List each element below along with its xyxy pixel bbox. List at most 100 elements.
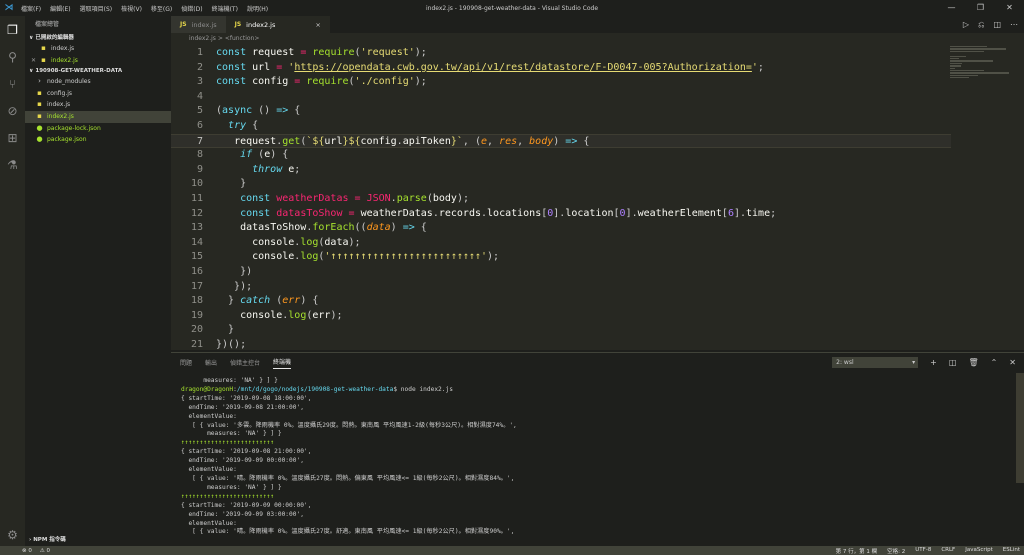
menu-item[interactable]: 檔案(F): [21, 4, 41, 13]
file-tree-item[interactable]: ▪ index.js: [25, 99, 171, 111]
tab-index2-js[interactable]: JS index2.js ×: [225, 16, 330, 33]
code-line[interactable]: 12 const datasToShow = weatherDatas.reco…: [171, 207, 951, 222]
breadcrumb-file[interactable]: index2.js: [189, 35, 216, 42]
minimize-icon[interactable]: —: [937, 0, 966, 16]
new-terminal-icon[interactable]: +: [930, 358, 937, 367]
terminal-path: /mnt/d/gogo/nodejs/190908-get-weather-da…: [236, 385, 394, 393]
restore-icon[interactable]: ❐: [966, 0, 995, 16]
code-line[interactable]: 20 }: [171, 323, 951, 338]
file-label: config.js: [47, 89, 73, 97]
code-line[interactable]: 7 request.get(`${url}${config.apiToken}`…: [171, 133, 951, 149]
code-line[interactable]: 2 const url = 'https://opendata.cwb.gov.t…: [171, 61, 951, 76]
file-tree-item[interactable]: ▪ config.js: [25, 88, 171, 100]
close-panel-icon[interactable]: ✕: [1009, 358, 1016, 367]
maximize-panel-icon[interactable]: ⌃: [991, 358, 998, 367]
code-line[interactable]: 17 });: [171, 280, 951, 295]
split-terminal-icon[interactable]: ◫: [949, 358, 957, 367]
panel-tab[interactable]: 問題: [180, 358, 192, 367]
menu-item[interactable]: 檢視(V): [121, 4, 142, 13]
code-line[interactable]: 4: [171, 90, 951, 105]
file-tree-item[interactable]: ● package.json: [25, 134, 171, 146]
status-right-item[interactable]: 空格: 2: [887, 547, 905, 555]
menu-item[interactable]: 說明(H): [247, 4, 268, 13]
panel-tab[interactable]: 輸出: [205, 358, 217, 367]
line-number: 13: [190, 222, 203, 234]
npm-scripts-section[interactable]: › NPM 指令碼: [25, 535, 171, 546]
code-line[interactable]: 14 console.log(data);: [171, 236, 951, 251]
terminal-output[interactable]: measures: 'NA' } ] } dragon@DragonH:/mnt/…: [181, 377, 517, 537]
code-line[interactable]: 16 }): [171, 265, 951, 280]
status-right-item[interactable]: JavaScript: [965, 547, 993, 555]
code-line[interactable]: 8 if (e) {: [171, 148, 951, 163]
minimap[interactable]: [950, 45, 1012, 85]
file-tree-item[interactable]: › node_modules: [25, 76, 171, 88]
terminal-scrollbar[interactable]: [1016, 373, 1024, 483]
settings-gear-icon[interactable]: ⚙: [0, 528, 25, 542]
debug-icon[interactable]: ⊘: [0, 97, 25, 124]
code-line[interactable]: 1 const request = require('request');: [171, 46, 951, 61]
search-icon[interactable]: ⚲: [0, 43, 25, 70]
extensions-icon[interactable]: ⊞: [0, 124, 25, 151]
menu-item[interactable]: 移至(G): [151, 4, 172, 13]
terminal-line: { startTime: '2019-09-09 00:00:00',: [181, 501, 312, 509]
code-line[interactable]: 11 const weatherDatas = JSON.parse(body)…: [171, 192, 951, 207]
split-editor-icon[interactable]: ◫: [993, 16, 1001, 33]
status-left-item[interactable]: ⊗ 0: [22, 548, 32, 554]
line-number: 6: [196, 120, 203, 131]
explorer-icon[interactable]: ❐: [0, 16, 25, 43]
open-editor-item[interactable]: ▪ index.js: [25, 43, 171, 55]
tab-index-js[interactable]: JS index.js: [171, 16, 226, 33]
open-editors-title: 已開啟的編輯器: [35, 35, 74, 41]
code-line[interactable]: 18 } catch (err) {: [171, 294, 951, 309]
test-icon[interactable]: ⚗: [0, 151, 25, 178]
status-left-item[interactable]: ⚠ 0: [40, 548, 50, 554]
terminal-select[interactable]: 2: wsl ▾: [832, 357, 919, 368]
code-editor[interactable]: 1 const request = require('request'); 2 con…: [171, 45, 1024, 350]
js-file-icon: ▪: [37, 88, 42, 97]
close-icon[interactable]: ×: [315, 21, 320, 29]
menu-item[interactable]: 編輯(E): [50, 4, 70, 13]
file-tree-item[interactable]: ▪ index2.js: [25, 110, 171, 123]
file-tree-item[interactable]: ● package-lock.json: [25, 123, 171, 135]
panel-tab[interactable]: 終端機: [273, 357, 292, 369]
folder-section[interactable]: ∨ 190908-GET-WEATHER-DATA: [25, 66, 171, 76]
npm-scripts-title: NPM 指令碼: [33, 537, 66, 543]
code-line[interactable]: 21})();: [171, 338, 951, 353]
code-line[interactable]: 3 const config = require('./config');: [171, 75, 951, 90]
more-actions-icon[interactable]: ⋯: [1010, 16, 1018, 33]
line-number: 5: [196, 105, 203, 117]
open-editor-item[interactable]: ✕ ▪ index2.js: [25, 55, 171, 67]
code-line[interactable]: 19 console.log(err);: [171, 309, 951, 324]
code-line[interactable]: 6 try {: [171, 119, 951, 134]
code-line[interactable]: 5 (async () => {: [171, 104, 951, 119]
terminal-user: dragon@DragonH: [181, 385, 234, 393]
code-line[interactable]: 9 throw e;: [171, 163, 951, 178]
status-right-item[interactable]: 第 7 行，第 1 欄: [836, 547, 878, 555]
source-control-icon[interactable]: ⑂: [0, 70, 25, 97]
code-line[interactable]: 13 datasToShow.forEach((data) => {: [171, 221, 951, 236]
menu-item[interactable]: 偵錯(D): [181, 4, 202, 13]
file-label: node_modules: [47, 78, 91, 86]
close-icon[interactable]: ✕: [31, 55, 39, 67]
code-text: });: [216, 280, 253, 292]
status-right-item[interactable]: ESLint: [1003, 547, 1020, 555]
open-editors-section[interactable]: ∨ 已開啟的編輯器: [25, 33, 171, 43]
code-text: try {: [228, 120, 259, 131]
compare-icon[interactable]: ⎌: [978, 16, 984, 33]
tab-label: index2.js: [246, 20, 276, 29]
close-icon[interactable]: ✕: [995, 0, 1024, 16]
run-icon[interactable]: ▷: [963, 16, 969, 33]
js-file-icon: ▪: [37, 100, 42, 109]
trash-icon[interactable]: 🗑: [968, 358, 978, 367]
terminal-line: elementValue:: [181, 466, 237, 474]
code-line[interactable]: 10 }: [171, 177, 951, 192]
panel-tab[interactable]: 偵錯主控台: [230, 358, 260, 367]
code-line[interactable]: 15 console.log('↑↑↑↑↑↑↑↑↑↑↑↑↑↑↑↑↑↑↑↑↑↑↑↑…: [171, 250, 951, 265]
menu-item[interactable]: 終端機(T): [212, 4, 238, 13]
code-text: const config = require('./config');: [216, 76, 427, 88]
status-right-item[interactable]: CRLF: [941, 547, 955, 555]
menu-item[interactable]: 選取項目(S): [80, 4, 113, 13]
status-right-item[interactable]: UTF-8: [915, 547, 931, 555]
breadcrumb-symbol[interactable]: <function>: [225, 35, 260, 42]
status-right: 第 7 行，第 1 欄 空格: 2 UTF-8 CRLF JavaScript ESLin…: [836, 547, 1020, 555]
